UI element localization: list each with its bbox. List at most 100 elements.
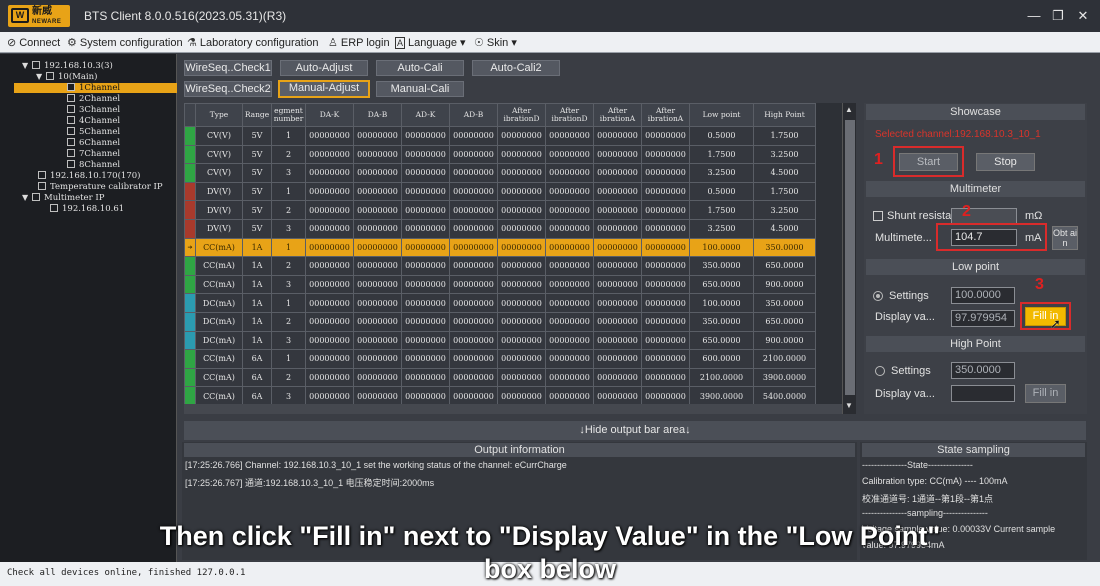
cell-coefficient[interactable]: 00000000 <box>545 330 594 351</box>
cell-range[interactable]: 5V <box>242 126 272 146</box>
cell-coefficient[interactable]: 00000000 <box>593 181 642 202</box>
cell-coefficient[interactable]: 00000000 <box>593 126 642 146</box>
cell-low-point[interactable]: 3900.0000 <box>689 386 754 406</box>
low-point-display-field[interactable]: 97.979954 <box>951 310 1015 327</box>
cell-coefficient[interactable]: 00000000 <box>545 126 594 146</box>
cell-coefficient[interactable]: 00000000 <box>497 144 546 165</box>
column-header[interactable]: egment number <box>271 103 306 127</box>
table-row[interactable]: CC(mA) 6A 1 00000000 00000000 00000000 0000000… <box>184 349 816 369</box>
cell-coefficient[interactable]: 00000000 <box>449 274 498 295</box>
cell-coefficient[interactable]: 00000000 <box>353 330 402 351</box>
cell-coefficient[interactable]: 00000000 <box>449 256 498 276</box>
cell-coefficient[interactable]: 00000000 <box>497 163 546 183</box>
cell-coefficient[interactable]: 00000000 <box>545 181 594 202</box>
cell-type[interactable]: DV(V) <box>195 181 243 202</box>
column-header[interactable]: DA-B <box>353 103 402 127</box>
menu-laboratory-configuration[interactable]: ⚗ Laboratory configuration <box>187 36 319 49</box>
menu-system-configuration[interactable]: ⚙ System configuration <box>67 36 183 49</box>
tree-node-channel-6[interactable]: 6Channel <box>67 138 120 148</box>
chevron-down-icon[interactable]: ▼ <box>22 61 32 71</box>
cell-coefficient[interactable]: 00000000 <box>497 256 546 276</box>
cell-coefficient[interactable]: 00000000 <box>449 200 498 220</box>
cell-coefficient[interactable]: 00000000 <box>641 144 690 165</box>
cell-low-point[interactable]: 3.2500 <box>689 218 754 239</box>
cell-segment[interactable]: 3 <box>271 163 306 183</box>
cell-coefficient[interactable]: 00000000 <box>497 349 546 369</box>
cell-coefficient[interactable]: 00000000 <box>449 237 498 258</box>
cell-low-point[interactable]: 2100.0000 <box>689 367 754 388</box>
cell-coefficient[interactable]: 00000000 <box>401 163 450 183</box>
cell-low-point[interactable]: 350.0000 <box>689 256 754 276</box>
cell-coefficient[interactable]: 00000000 <box>353 163 402 183</box>
cell-coefficient[interactable]: 00000000 <box>449 181 498 202</box>
cell-high-point[interactable]: 900.0000 <box>753 274 816 295</box>
tab-wireseq-check2[interactable]: WireSeq..Check2 <box>184 81 272 97</box>
cell-coefficient[interactable]: 00000000 <box>305 293 354 313</box>
cell-range[interactable]: 1A <box>242 311 272 332</box>
cell-coefficient[interactable]: 00000000 <box>593 256 642 276</box>
table-row[interactable]: CV(V) 5V 3 00000000 00000000 00000000 00000000… <box>184 163 816 183</box>
cell-high-point[interactable]: 4.5000 <box>753 218 816 239</box>
tab-auto-cali[interactable]: Auto-Cali <box>376 60 464 76</box>
high-point-fill-in-button[interactable]: Fill in <box>1025 384 1066 403</box>
cell-coefficient[interactable]: 00000000 <box>497 367 546 388</box>
cell-coefficient[interactable]: 00000000 <box>497 237 546 258</box>
cell-segment[interactable]: 3 <box>271 218 306 239</box>
cell-range[interactable]: 6A <box>242 386 272 406</box>
cell-segment[interactable]: 1 <box>271 349 306 369</box>
cell-high-point[interactable]: 4.5000 <box>753 163 816 183</box>
cell-high-point[interactable]: 350.0000 <box>753 293 816 313</box>
cell-coefficient[interactable]: 00000000 <box>401 311 450 332</box>
cell-low-point[interactable]: 100.0000 <box>689 293 754 313</box>
cell-coefficient[interactable]: 00000000 <box>353 274 402 295</box>
table-row[interactable]: DV(V) 5V 3 00000000 00000000 00000000 00000000… <box>184 218 816 239</box>
column-header[interactable] <box>184 103 196 127</box>
column-header[interactable]: High Point <box>753 103 816 127</box>
cell-coefficient[interactable]: 00000000 <box>305 218 354 239</box>
cell-low-point[interactable]: 600.0000 <box>689 349 754 369</box>
cell-low-point[interactable]: 650.0000 <box>689 330 754 351</box>
cell-coefficient[interactable]: 00000000 <box>353 126 402 146</box>
tree-node-channel-4[interactable]: 4Channel <box>67 116 120 126</box>
cell-coefficient[interactable]: 00000000 <box>449 349 498 369</box>
column-header[interactable]: AD-K <box>401 103 450 127</box>
scrollbar-thumb[interactable] <box>845 120 855 395</box>
tree-node-channel-7[interactable]: 7Channel <box>67 149 120 159</box>
cell-coefficient[interactable]: 00000000 <box>641 200 690 220</box>
cell-low-point[interactable]: 1.7500 <box>689 144 754 165</box>
cell-low-point[interactable]: 1.7500 <box>689 200 754 220</box>
cell-coefficient[interactable]: 00000000 <box>641 293 690 313</box>
cell-type[interactable]: DV(V) <box>195 200 243 220</box>
cell-segment[interactable]: 3 <box>271 386 306 406</box>
tree-checkbox[interactable] <box>67 149 75 157</box>
cell-high-point[interactable]: 3900.0000 <box>753 367 816 388</box>
cell-coefficient[interactable]: 00000000 <box>449 218 498 239</box>
tab-manual-cali[interactable]: Manual-Cali <box>376 81 464 97</box>
cell-segment[interactable]: 1 <box>271 181 306 202</box>
cell-coefficient[interactable]: 00000000 <box>641 349 690 369</box>
cell-segment[interactable]: 3 <box>271 274 306 295</box>
cell-coefficient[interactable]: 00000000 <box>401 200 450 220</box>
column-header[interactable]: DA-K <box>305 103 354 127</box>
tree-checkbox[interactable] <box>67 83 75 91</box>
cell-coefficient[interactable]: 00000000 <box>449 163 498 183</box>
tree-node-multimeter-ip[interactable]: 192.168.10.61 <box>50 204 124 214</box>
cell-type[interactable]: CC(mA) <box>195 256 243 276</box>
cell-coefficient[interactable]: 00000000 <box>305 237 354 258</box>
tree-checkbox[interactable] <box>67 160 75 168</box>
cell-coefficient[interactable]: 00000000 <box>353 237 402 258</box>
cell-coefficient[interactable]: 00000000 <box>353 311 402 332</box>
cell-coefficient[interactable]: 00000000 <box>449 311 498 332</box>
cell-coefficient[interactable]: 00000000 <box>401 218 450 239</box>
cell-coefficient[interactable]: 00000000 <box>401 367 450 388</box>
cell-coefficient[interactable]: 00000000 <box>641 330 690 351</box>
cell-coefficient[interactable]: 00000000 <box>401 237 450 258</box>
cell-high-point[interactable]: 650.0000 <box>753 256 816 276</box>
cell-coefficient[interactable]: 00000000 <box>545 144 594 165</box>
cell-type[interactable]: CC(mA) <box>195 386 243 406</box>
cell-coefficient[interactable]: 00000000 <box>593 274 642 295</box>
tree-node-device[interactable]: ▼ 192.168.10.3(3) <box>22 61 113 71</box>
column-header[interactable]: After ibrationA <box>593 103 642 127</box>
multimeter-value-field[interactable]: 104.7 <box>951 229 1017 246</box>
high-point-settings-field[interactable]: 350.0000 <box>951 362 1015 379</box>
